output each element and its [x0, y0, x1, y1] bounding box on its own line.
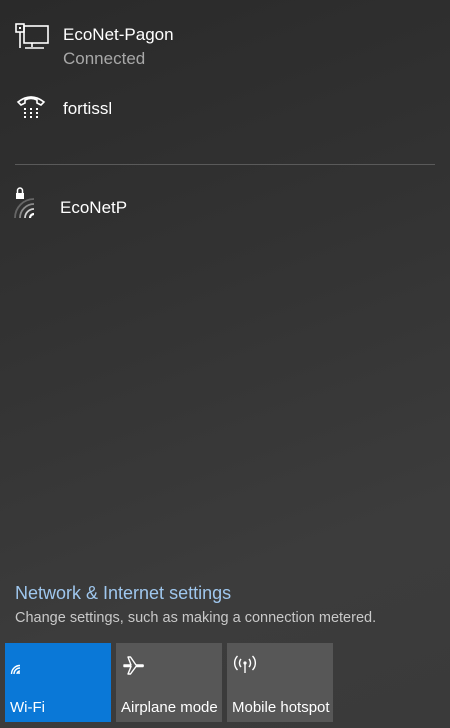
network-name: fortissl — [63, 99, 113, 118]
mobile-hotspot-button[interactable]: Mobile hotspot — [227, 643, 333, 722]
hotspot-icon — [233, 655, 257, 673]
network-item-fortissl[interactable]: fortissl — [0, 90, 450, 126]
network-item-econetp[interactable]: EcoNetP — [0, 186, 450, 222]
network-item-econet-pagon[interactable]: EcoNet-Pagon Connected — [0, 22, 450, 72]
tile-label: Mobile hotspot — [232, 699, 330, 716]
settings-description: Change settings, such as making a connec… — [15, 610, 377, 626]
network-internet-settings-link[interactable]: Network & Internet settings — [15, 583, 231, 604]
airplane-icon — [123, 656, 144, 675]
dialup-phone-icon — [16, 96, 46, 118]
ethernet-icon — [15, 23, 49, 49]
divider — [15, 164, 435, 165]
tile-label: Airplane mode — [121, 699, 218, 716]
wifi-secured-icon — [14, 187, 35, 219]
tile-label: Wi-Fi — [10, 699, 45, 716]
network-name: EcoNetP — [60, 198, 128, 217]
network-status: Connected — [63, 49, 146, 68]
airplane-mode-button[interactable]: Airplane mode — [116, 643, 222, 722]
network-name: EcoNet-Pagon — [63, 25, 174, 44]
wifi-toggle-button[interactable]: Wi-Fi — [5, 643, 111, 722]
wifi-icon — [10, 664, 21, 675]
